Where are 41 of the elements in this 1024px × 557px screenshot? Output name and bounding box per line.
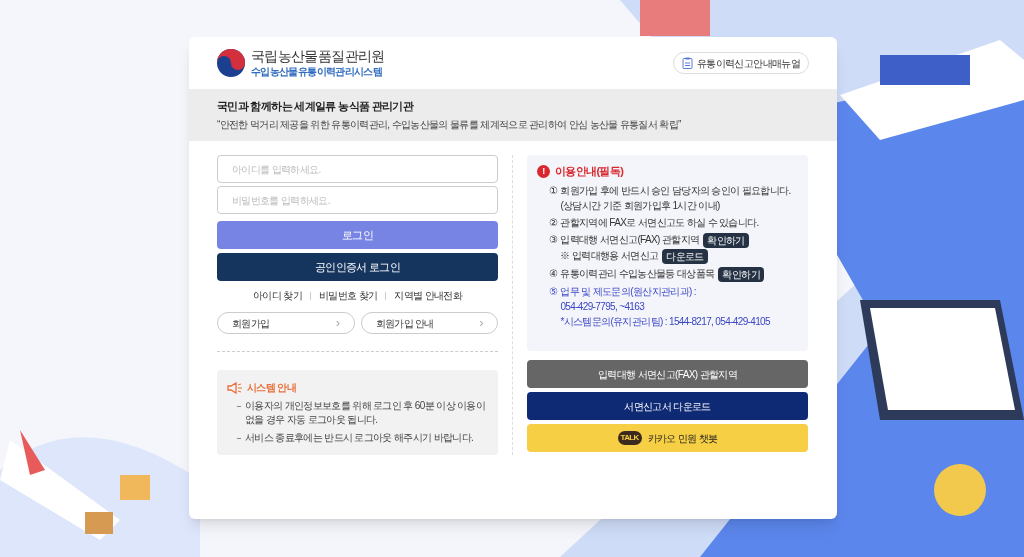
notice-text: 이용자의 개인정보보호를 위해 로그인 후 60분 이상 이용이 없을 경우 자동 로그아웃 됩니다. (245, 399, 487, 427)
banner-quote: “안전한 먹거리 제공을 위한 유통이력관리, 수입농산물의 물류를 체계적으로 관리하여 안심 농산물 유통질서 확립” (217, 118, 682, 133)
notice-text: 유통이력관리 수입농산물등 대상품목 (560, 267, 715, 281)
usage-notice-title: 이용안내(필독) (555, 164, 624, 179)
notice-text: (상담시간 기준 회원가입후 1시간 이내) (560, 198, 720, 213)
account-link[interactable]: 비밀번호 찾기 (319, 288, 378, 303)
account-link[interactable]: 아이디 찾기 (253, 288, 302, 303)
notice-text: ※ 입력대행용 서면신고 (560, 249, 659, 263)
banner-title: 국민과 함께하는 세계일류 농식품 관리기관 (217, 98, 415, 114)
item-number: ③ (549, 232, 558, 247)
notice-text: 업무 및 제도문의(원산지관리과) : (560, 284, 696, 299)
item-number: ⑤ (549, 284, 558, 299)
notice-text: 서비스 종료후에는 반드시 로그아웃 해주시기 바랍니다. (245, 431, 474, 445)
dash-icon (237, 438, 241, 439)
dash-icon (237, 406, 241, 407)
notice-text: 회원가입 후에 반드시 승인 담당자의 승인이 필요합니다. (560, 183, 791, 198)
notice-text: *시스템문의(유지관리팀) : 1544-8217, 054-429-4105 (560, 314, 770, 329)
system-name: 수입농산물유통이력관리시스템 (251, 65, 384, 78)
action-button[interactable]: 입력대행 서면신고(FAX) 관할지역 (527, 360, 808, 388)
emblem-icon (217, 49, 245, 77)
org-name: 국립농산물품질관리원 (251, 48, 385, 66)
password-field[interactable]: 비밀번호를 입력하세요. (217, 186, 498, 214)
notice-button[interactable]: 확인하기 (703, 232, 749, 248)
action-button[interactable]: 서면신고서 다운로드 (527, 392, 808, 420)
item-number: ② (549, 215, 558, 230)
system-notice-title: 시스템 안내 (247, 381, 296, 395)
notice-button[interactable]: 다운로드 (662, 248, 708, 264)
certificate-login-button[interactable]: 공인인증서 로그인 (217, 253, 498, 281)
item-number: ④ (549, 266, 558, 281)
megaphone-icon (227, 381, 243, 394)
notice-text: 관할지역에 FAX로 서면신고도 하실 수 있습니다. (560, 215, 759, 230)
talk-icon: TALK (617, 431, 642, 445)
chatbot-button[interactable]: TALK 카카오 민원 챗봇 (527, 424, 808, 452)
clipboard-icon (682, 57, 694, 69)
alert-icon: ! (537, 164, 550, 178)
notice-button[interactable]: 확인하기 (718, 266, 764, 282)
id-field[interactable]: 아이디를 입력하세요. (217, 155, 498, 183)
notice-text: 054-429-7795, ~4163 (560, 299, 645, 314)
account-link[interactable]: 지역별 안내전화 (394, 288, 462, 303)
item-number: ① (549, 183, 558, 198)
notice-text: 입력대행 서면신고(FAX) 관할지역 (560, 233, 700, 247)
